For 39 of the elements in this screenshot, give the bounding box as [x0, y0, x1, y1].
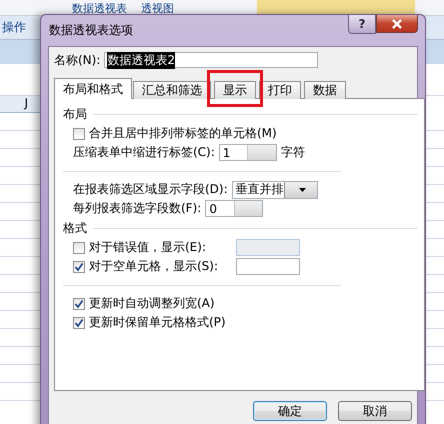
dialog-button[interactable]: 确定 [253, 401, 327, 421]
window-title: 数据透视表选项 [48, 22, 133, 39]
close-button[interactable] [376, 15, 418, 33]
ribbon-button[interactable]: 透视图 [141, 2, 174, 15]
field-label: 名称(N): [54, 52, 100, 68]
unit-label: 字符 [280, 144, 305, 161]
help-button[interactable]: ? [348, 15, 376, 34]
checkbox-label[interactable]: 对于错误值，显示(E): [89, 239, 206, 256]
tab[interactable]: 汇总和筛选 [133, 81, 211, 99]
checkbox[interactable] [73, 242, 85, 254]
input-field[interactable] [236, 258, 300, 275]
checkbox[interactable] [73, 260, 85, 272]
tab[interactable]: 布局和格式 [54, 78, 132, 99]
input-field[interactable] [236, 239, 300, 256]
column-header[interactable]: J [24, 96, 28, 112]
field-label: 压缩表单中缩进行标签(C): [73, 144, 215, 161]
ribbon-button[interactable]: 数据透视表 [72, 2, 127, 15]
checkbox-label[interactable]: 更新时保留单元格格式(P) [89, 314, 226, 331]
tab[interactable]: 打印 [259, 81, 301, 99]
checkbox[interactable] [73, 316, 85, 328]
caret-icon [298, 188, 306, 192]
close-icon [391, 18, 403, 28]
section-title: 布局 [63, 106, 87, 122]
checkbox[interactable] [73, 298, 85, 310]
tab[interactable]: 数据 [304, 81, 346, 99]
name-field[interactable]: 数据透视表2 [104, 52, 318, 68]
dialog-button[interactable]: 取消 [338, 401, 412, 421]
checkbox-label[interactable]: 更新时自动调整列宽(A) [89, 295, 215, 312]
field-label: 每列报表筛选字段数(F): [73, 200, 202, 217]
section-title: 格式 [63, 220, 87, 236]
checkbox-label[interactable]: 合并且居中排列带标签的单元格(M) [89, 125, 277, 142]
checkbox-label[interactable]: 对于空单元格，显示(S): [89, 258, 218, 275]
spinner-field[interactable]: 1 [218, 144, 277, 161]
field-label: 在报表筛选区域显示字段(D): [73, 181, 228, 198]
spinner-field[interactable]: 0 [205, 200, 264, 217]
checkbox[interactable] [73, 128, 85, 140]
tab[interactable]: 显示 [214, 81, 256, 99]
dropdown[interactable]: 垂直并排 [232, 180, 318, 198]
group-label: 操作 [2, 19, 26, 36]
